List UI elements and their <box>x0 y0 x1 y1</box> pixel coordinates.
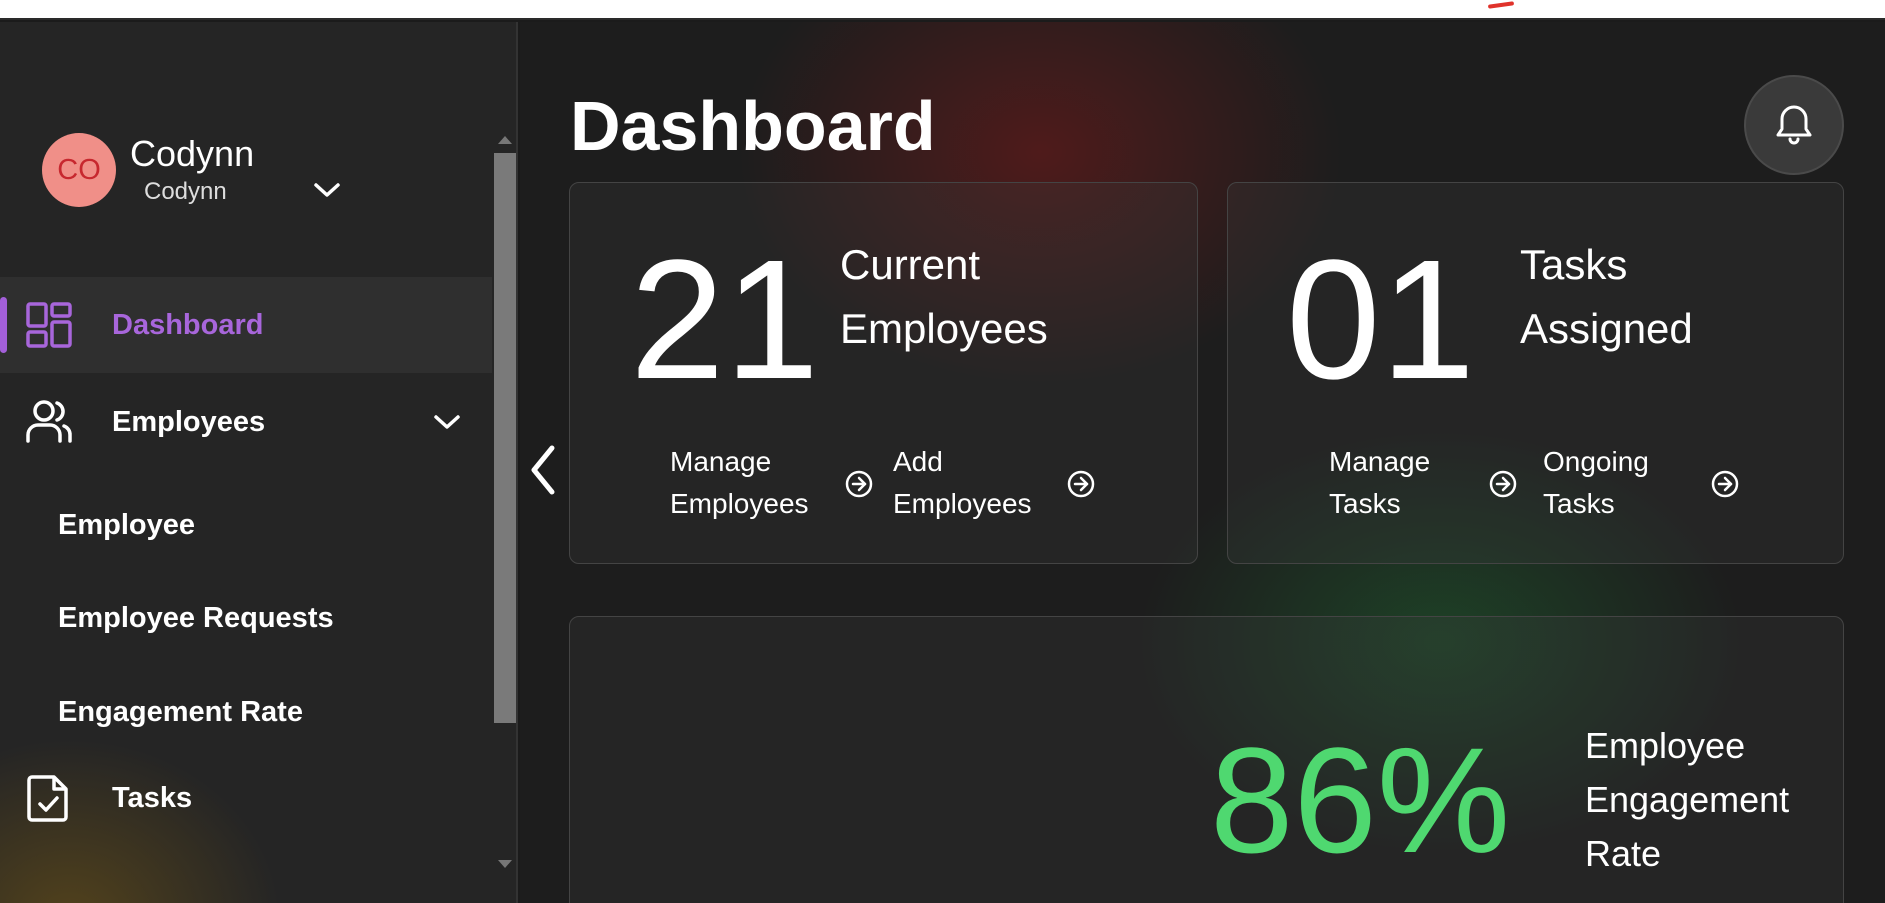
scroll-up-arrow[interactable] <box>498 136 512 144</box>
sidebar-item-employees[interactable]: Employees <box>0 374 492 470</box>
tasks-card-label: Tasks Assigned <box>1520 241 1693 352</box>
ongoing-tasks-link[interactable]: Ongoing Tasks <box>1543 441 1663 525</box>
main-content: Dashboard 21 Current Employees Manage Em… <box>520 22 1885 903</box>
chevron-down-icon[interactable] <box>312 180 342 200</box>
engagement-rate-value: 86% <box>1210 716 1511 884</box>
profile-text: Codynn Codynn <box>130 132 254 208</box>
sidebar-item-label: Employees <box>112 405 266 438</box>
arrow-circle-right-icon[interactable] <box>1066 469 1096 499</box>
chevron-left-icon[interactable] <box>528 442 558 498</box>
task-count: 01 <box>1286 225 1476 415</box>
users-icon <box>26 400 72 443</box>
engagement-rate-card: 86% Employee Engagement Rate <box>569 616 1844 903</box>
sidebar-subitem-employee-requests[interactable]: Employee Requests <box>58 602 334 635</box>
engagement-rate-label: Employee Engagement Rate <box>1585 725 1790 874</box>
current-employees-card: 21 Current Employees Manage Employees Ad… <box>569 182 1198 564</box>
avatar[interactable]: CO <box>42 133 116 207</box>
sidebar-scrollbar-thumb[interactable] <box>494 153 516 723</box>
page-title: Dashboard <box>570 87 936 165</box>
browser-top-strip <box>0 0 1885 20</box>
red-annotation-mark <box>1487 1 1515 9</box>
scroll-down-arrow[interactable] <box>498 860 512 868</box>
manage-employees-link[interactable]: Manage Employees <box>670 441 820 525</box>
employees-card-label: Current Employees <box>840 241 1048 352</box>
sidebar-subitem-engagement-rate[interactable]: Engagement Rate <box>58 696 303 729</box>
sidebar-item-dashboard[interactable]: Dashboard <box>0 277 492 373</box>
arrow-circle-right-icon[interactable] <box>1710 469 1740 499</box>
sidebar-item-label: Tasks <box>112 781 193 814</box>
arrow-circle-right-icon[interactable] <box>844 469 874 499</box>
sidebar-subitem-employee[interactable]: Employee <box>58 509 195 542</box>
sidebar-item-tasks[interactable]: Tasks <box>0 753 492 843</box>
add-employees-link[interactable]: Add Employees <box>893 441 1043 525</box>
employee-count: 21 <box>630 225 820 415</box>
sidebar: CO Codynn Codynn Dashboard Employees Emp… <box>0 22 518 903</box>
bell-icon <box>1776 105 1812 145</box>
manage-tasks-link[interactable]: Manage Tasks <box>1329 441 1449 525</box>
notifications-button[interactable] <box>1744 75 1844 175</box>
sidebar-item-label: Dashboard <box>112 308 264 341</box>
arrow-circle-right-icon[interactable] <box>1488 469 1518 499</box>
profile-username: Codynn <box>144 178 227 205</box>
profile-name: Codynn <box>130 133 255 174</box>
grid-icon <box>26 302 72 348</box>
tasks-assigned-card: 01 Tasks Assigned Manage Tasks Ongoing T… <box>1227 182 1844 564</box>
user-profile[interactable]: CO Codynn Codynn <box>42 132 254 208</box>
task-file-icon <box>27 775 68 822</box>
chevron-down-icon[interactable] <box>432 412 462 432</box>
